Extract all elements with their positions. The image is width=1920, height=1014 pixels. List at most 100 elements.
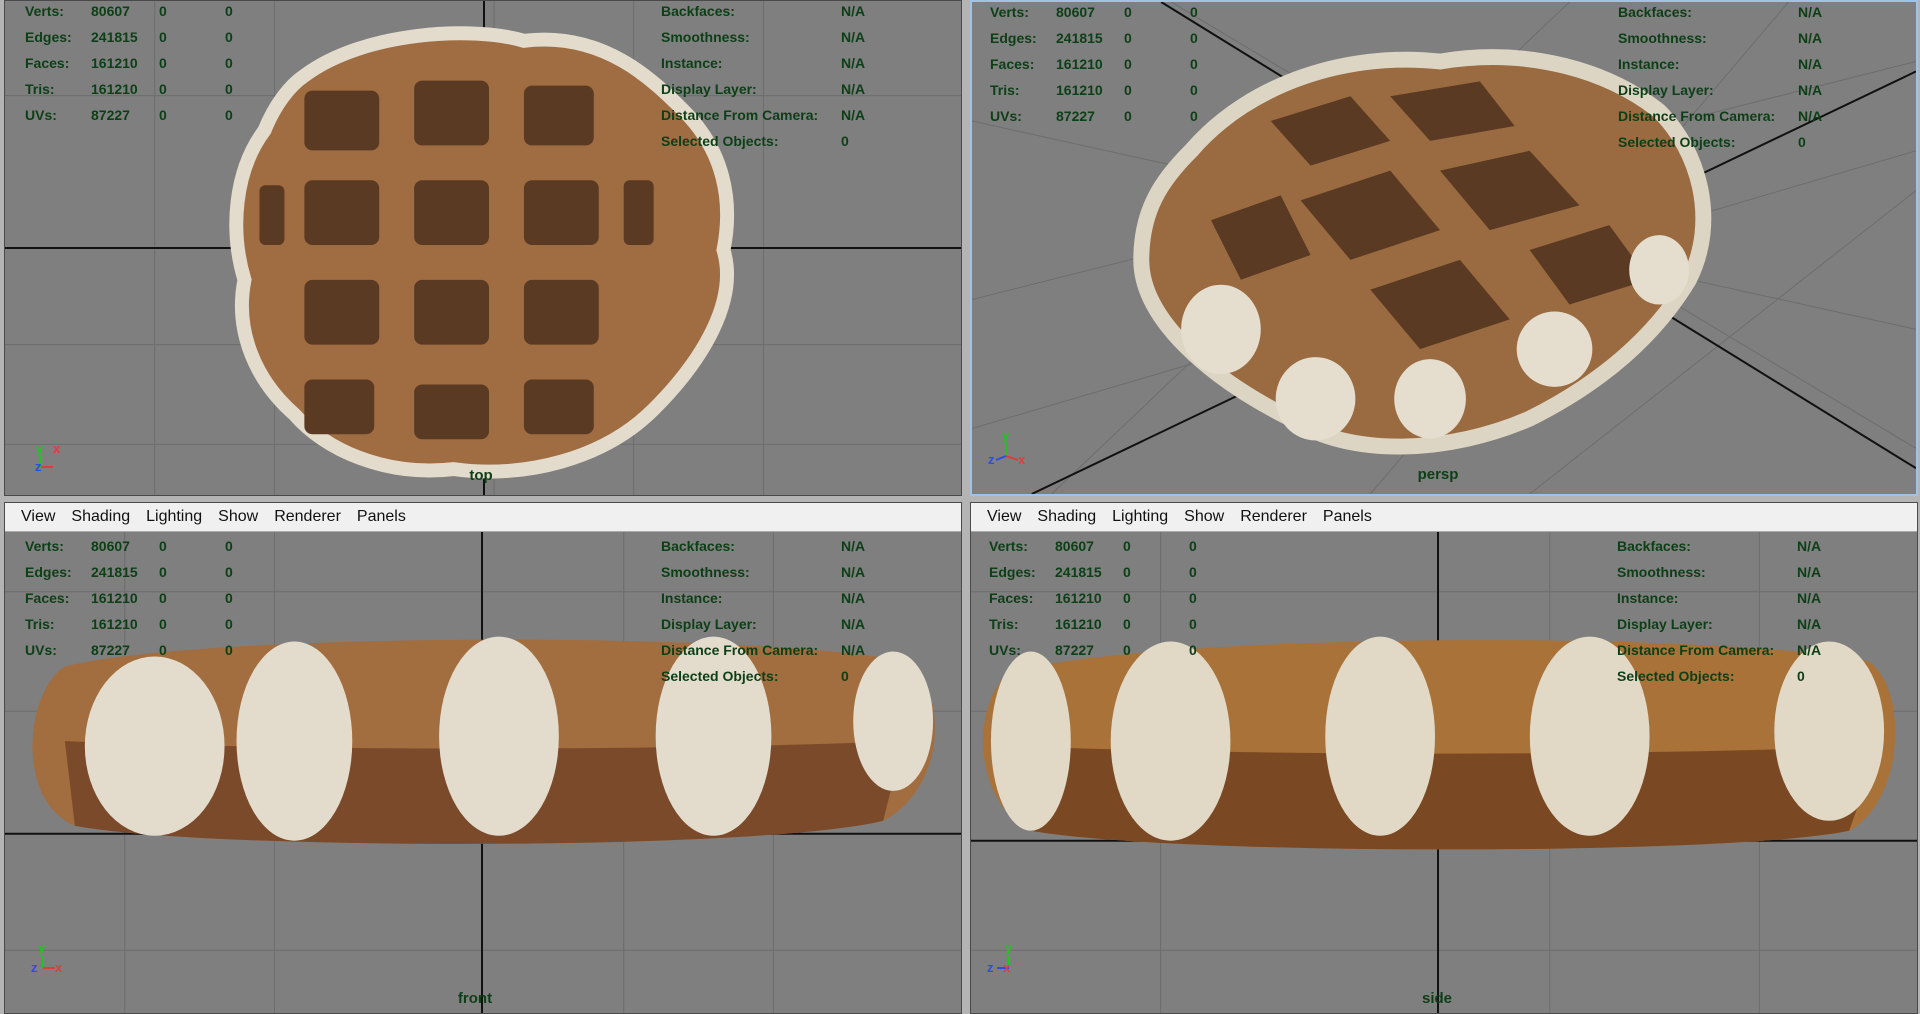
stat-label: UVs: — [25, 107, 57, 123]
axis-indicator-icon: y z x — [987, 940, 1027, 982]
menu-panels[interactable]: Panels — [349, 503, 414, 531]
stat-value: 80607 — [1056, 4, 1095, 20]
viewport-top-scene[interactable]: Verts: 80607 0 0 Edges: 241815 0 0 Faces: 16121… — [5, 1, 961, 495]
menu-renderer[interactable]: Renderer — [266, 503, 349, 531]
stat-label: Backfaces: — [1617, 538, 1691, 554]
axis-x-label: x — [1003, 960, 1011, 975]
menu-lighting[interactable]: Lighting — [138, 503, 210, 531]
stat-value: 161210 — [91, 616, 138, 632]
stat-value: 87227 — [91, 107, 130, 123]
viewport-persp-scene[interactable]: Verts: 80607 0 0 Edges: 241815 0 0 Faces: 16121… — [972, 2, 1916, 494]
stat-label: Instance: — [1618, 56, 1680, 72]
stat-value: 0 — [225, 538, 233, 554]
stat-value: N/A — [1798, 82, 1823, 98]
camera-label-top: top — [469, 467, 493, 484]
stat-value: 0 — [841, 668, 849, 684]
menu-renderer[interactable]: Renderer — [1232, 503, 1315, 531]
stat-label: Distance From Camera: — [661, 107, 819, 123]
axis-x-label: x — [1018, 452, 1026, 467]
stat-value: 0 — [225, 107, 233, 123]
stat-value: N/A — [841, 616, 866, 632]
stat-label: Verts: — [990, 4, 1029, 20]
stat-value: 0 — [1797, 668, 1805, 684]
stat-value: 161210 — [1055, 590, 1102, 606]
stat-value: 0 — [159, 55, 167, 71]
stat-value: 0 — [1189, 590, 1197, 606]
stat-value: 87227 — [1056, 108, 1095, 124]
menu-view[interactable]: View — [13, 503, 63, 531]
stat-value: N/A — [1798, 4, 1823, 20]
stat-value: N/A — [1797, 538, 1822, 554]
stat-value: 80607 — [91, 538, 130, 554]
menu-shading[interactable]: Shading — [1029, 503, 1104, 531]
menu-show[interactable]: Show — [1176, 503, 1232, 531]
stat-value: 0 — [1190, 56, 1198, 72]
axis-z-label: z — [35, 459, 42, 474]
stat-value: 80607 — [1055, 538, 1094, 554]
stat-value: 241815 — [91, 564, 138, 580]
menu-lighting[interactable]: Lighting — [1104, 503, 1176, 531]
stat-label: Backfaces: — [661, 538, 735, 554]
stat-value: N/A — [1797, 642, 1822, 658]
viewport-front-scene[interactable]: Verts: 80607 0 0 Edges: 241815 0 0 Faces: 16121… — [5, 532, 961, 1013]
menu-shading[interactable]: Shading — [63, 503, 138, 531]
stat-label: Smoothness: — [661, 564, 750, 580]
stat-value: 80607 — [91, 3, 130, 19]
stat-value: 0 — [1123, 616, 1131, 632]
stat-label: Tris: — [990, 82, 1020, 98]
stat-value: 161210 — [91, 590, 138, 606]
stat-value: 0 — [1189, 538, 1197, 554]
stat-value: N/A — [1798, 30, 1823, 46]
menu-panels[interactable]: Panels — [1315, 503, 1380, 531]
stat-label: Distance From Camera: — [1617, 642, 1775, 658]
stat-value: 0 — [1190, 108, 1198, 124]
stat-value: 161210 — [1056, 82, 1103, 98]
stat-value: N/A — [1797, 564, 1822, 580]
viewport-side[interactable]: View Shading Lighting Show Renderer Pane… — [970, 502, 1918, 1014]
stat-label: Faces: — [990, 56, 1035, 72]
stat-label: Selected Objects: — [1618, 134, 1736, 150]
stat-label: Selected Objects: — [661, 133, 779, 149]
stat-label: UVs: — [989, 642, 1021, 658]
stat-value: 0 — [1190, 30, 1198, 46]
stat-value: 0 — [159, 29, 167, 45]
stat-value: 0 — [1123, 564, 1131, 580]
stat-label: Instance: — [661, 55, 723, 71]
stat-value: 241815 — [91, 29, 138, 45]
stat-value: 0 — [159, 81, 167, 97]
camera-label-front: front — [457, 990, 493, 1007]
viewport-menubar: View Shading Lighting Show Renderer Pane… — [5, 503, 961, 532]
stat-value: 0 — [1798, 134, 1806, 150]
stat-label: Verts: — [25, 538, 64, 554]
stat-value: 0 — [1189, 616, 1197, 632]
stat-value: N/A — [841, 538, 866, 554]
stat-value: N/A — [841, 590, 866, 606]
stat-label: Distance From Camera: — [661, 642, 819, 658]
stat-label: Distance From Camera: — [1618, 108, 1776, 124]
stat-label: Edges: — [990, 30, 1037, 46]
camera-label-persp: persp — [1417, 466, 1459, 483]
stat-value: 0 — [159, 107, 167, 123]
stat-label: Tris: — [989, 616, 1019, 632]
stat-value: N/A — [841, 81, 866, 97]
stat-value: 0 — [1190, 4, 1198, 20]
stat-value: 0 — [1124, 108, 1132, 124]
stat-value: 0 — [159, 538, 167, 554]
viewport-menubar: View Shading Lighting Show Renderer Pane… — [971, 503, 1917, 532]
stat-value: 0 — [1123, 642, 1131, 658]
axis-indicator-icon: y z x — [31, 940, 71, 982]
axis-z-label: z — [31, 960, 38, 975]
menu-show[interactable]: Show — [210, 503, 266, 531]
axis-y-label: y — [36, 441, 44, 456]
stat-label: Edges: — [25, 29, 72, 45]
axis-indicator-icon: y z x — [988, 428, 1028, 470]
viewport-front[interactable]: View Shading Lighting Show Renderer Pane… — [4, 502, 962, 1014]
stat-value: 161210 — [1056, 56, 1103, 72]
viewport-persp[interactable]: Verts: 80607 0 0 Edges: 241815 0 0 Faces: 16121… — [970, 0, 1918, 496]
menu-view[interactable]: View — [979, 503, 1029, 531]
viewport-side-scene[interactable]: Verts: 80607 0 0 Edges: 241815 0 0 Faces: 16121… — [971, 532, 1917, 1013]
axis-y-label: y — [1005, 940, 1013, 955]
stat-label: Verts: — [989, 538, 1028, 554]
viewport-top[interactable]: Verts: 80607 0 0 Edges: 241815 0 0 Faces: 16121… — [4, 0, 962, 496]
stat-value: N/A — [841, 564, 866, 580]
